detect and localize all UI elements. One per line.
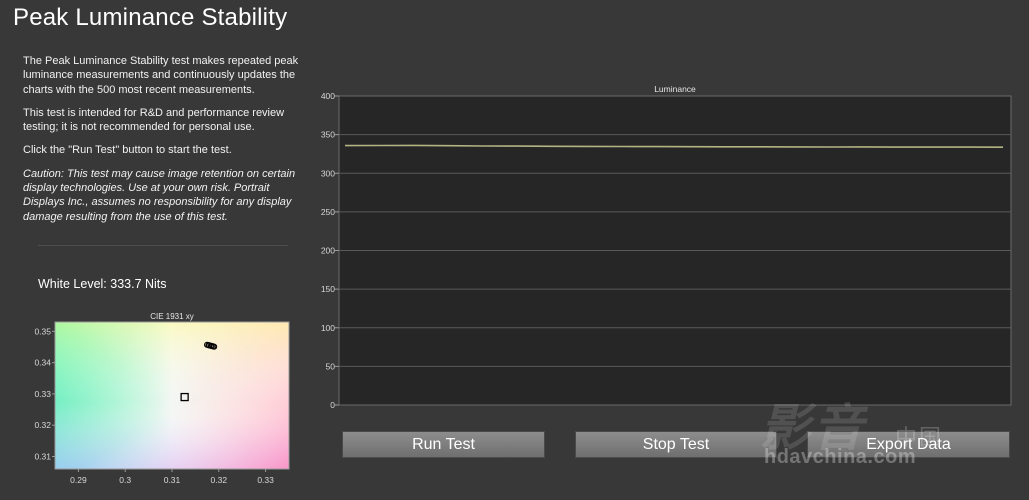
cie-chart: CIE 1931 xy 0.31 0.32 0.33 0.34 0.35 0.29 0.3 0.… — [34, 312, 290, 485]
x-tick-label: 0.29 — [70, 475, 87, 485]
y-tick-label: 0.34 — [34, 358, 51, 368]
y-tick-label: 0.35 — [34, 326, 51, 336]
run-test-button[interactable]: Run Test — [342, 431, 545, 458]
stop-test-button[interactable]: Stop Test — [575, 431, 777, 458]
cie-color-overlay — [55, 322, 289, 469]
y-tick-label: 0.31 — [34, 451, 51, 461]
x-tick-label: 0.31 — [164, 475, 181, 485]
x-tick-label: 0.32 — [211, 475, 228, 485]
chart-title: CIE 1931 xy — [150, 312, 194, 321]
export-data-button[interactable]: Export Data — [807, 431, 1010, 458]
y-tick-label: 0.33 — [34, 389, 51, 399]
y-tick-label: 0.32 — [34, 420, 51, 430]
x-tick-label: 0.3 — [119, 475, 131, 485]
x-tick-label: 0.33 — [257, 475, 274, 485]
